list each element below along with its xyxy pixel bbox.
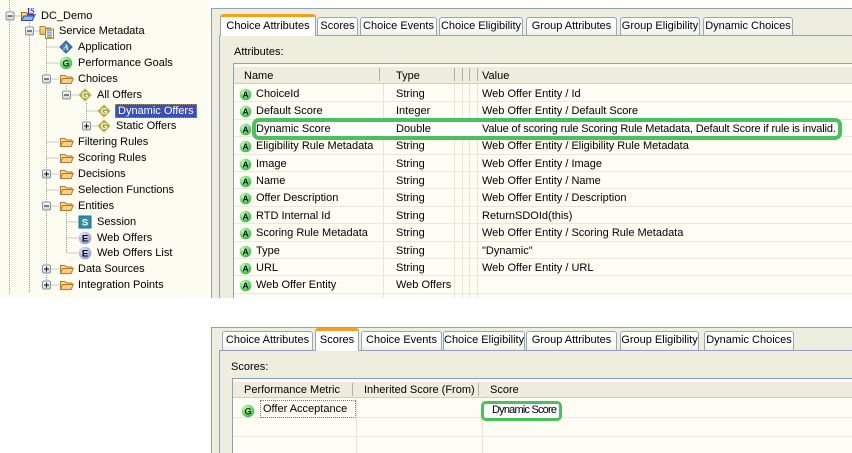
svg-text:IS: IS bbox=[27, 7, 35, 16]
